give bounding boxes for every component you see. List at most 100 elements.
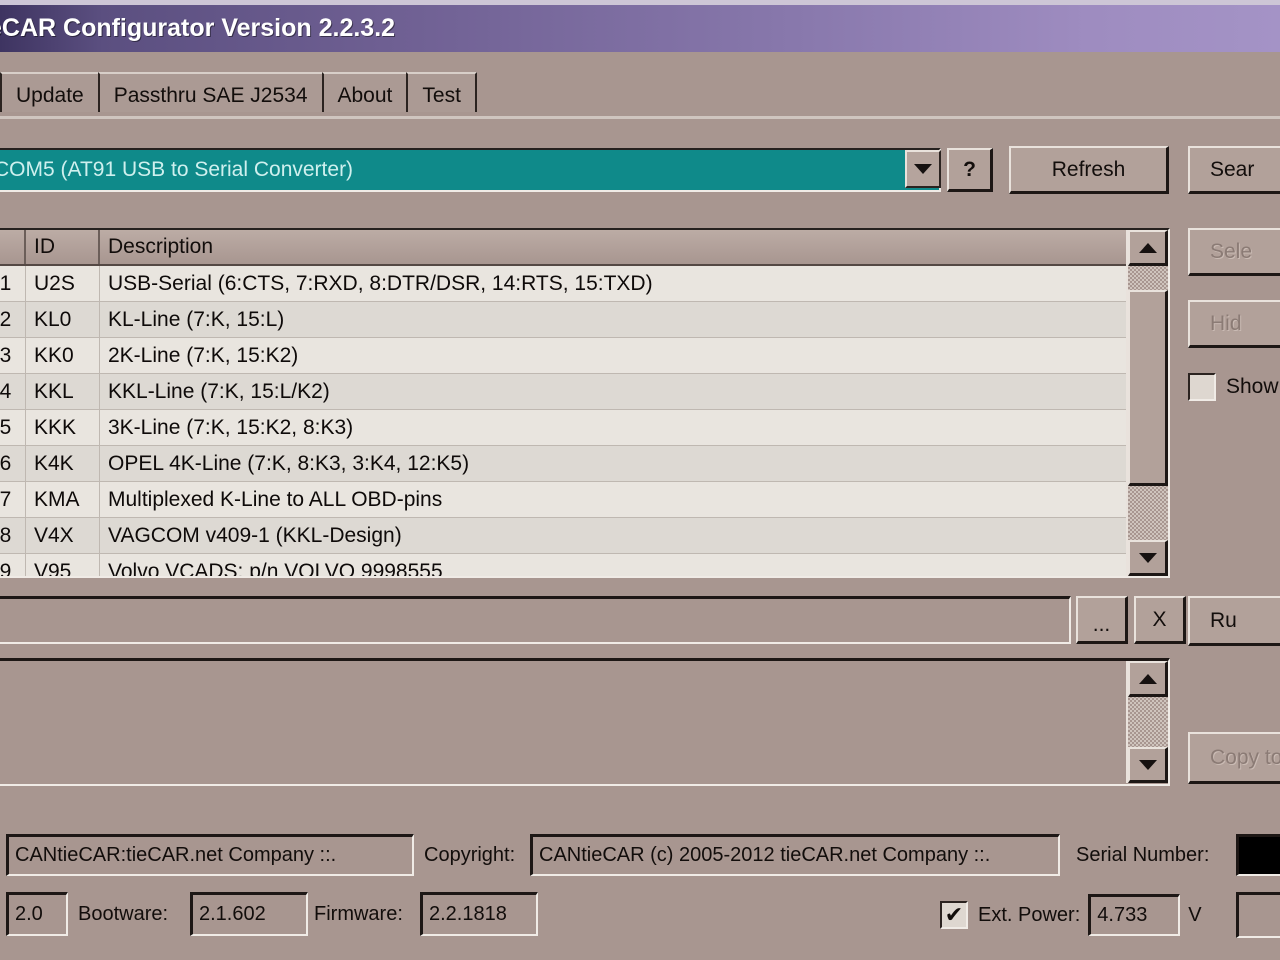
- cell-id: KK0: [26, 338, 100, 373]
- table-row[interactable]: 02 KL0 KL-Line (7:K, 15:L): [0, 302, 1168, 338]
- window-title: eCAR Configurator Version 2.2.3.2: [0, 14, 396, 42]
- show-checkbox-label: Show: [1226, 375, 1279, 398]
- triangle-down-glyph: [1138, 759, 1157, 770]
- cell-index: 01: [0, 266, 26, 301]
- cell-id: KMA: [26, 482, 100, 517]
- log-output[interactable]: [0, 658, 1170, 786]
- table-row[interactable]: 04 KKL KKL-Line (7:K, 15:L/K2): [0, 374, 1168, 410]
- clear-button[interactable]: X: [1134, 596, 1186, 644]
- bootware-label: Bootware:: [78, 902, 169, 925]
- tab-about[interactable]: About: [321, 72, 409, 112]
- cell-index: 08: [0, 518, 26, 553]
- cell-id: V4X: [26, 518, 100, 553]
- com-port-row: COM5 (AT91 USB to Serial Converter) ? Re…: [0, 146, 1280, 202]
- cell-index: 07: [0, 482, 26, 517]
- browse-button[interactable]: ...: [1076, 596, 1128, 644]
- triangle-down-glyph: [1138, 552, 1157, 563]
- ext-power-group: ✔ Ext. Power: 4.733 V: [940, 894, 1202, 936]
- cell-id: KL0: [26, 302, 100, 337]
- cell-description: KL-Line (7:K, 15:L): [108, 307, 285, 331]
- scroll-up-icon[interactable]: [1128, 230, 1168, 266]
- cell-description: OPEL 4K-Line (7:K, 8:K3, 3:K4, 12:K5): [108, 451, 470, 475]
- table-row[interactable]: 07 KMA Multiplexed K-Line to ALL OBD-pin…: [0, 482, 1168, 518]
- column-header-description: Description: [100, 230, 1168, 264]
- column-header-index: [0, 230, 26, 264]
- log-scroll-up-icon[interactable]: [1128, 661, 1168, 697]
- tab-test[interactable]: Test: [406, 72, 477, 112]
- chevron-down-icon[interactable]: [905, 150, 941, 188]
- table-scrollbar[interactable]: [1126, 230, 1168, 576]
- help-button[interactable]: ?: [947, 148, 993, 192]
- copy-to-button[interactable]: Copy to: [1188, 732, 1280, 784]
- log-scrollbar[interactable]: [1126, 661, 1168, 783]
- serial-number-field[interactable]: [1236, 834, 1280, 876]
- cell-index: 05: [0, 410, 26, 445]
- cell-index: 02: [0, 302, 26, 337]
- extra-field[interactable]: [1236, 892, 1280, 938]
- app-window: eCAR Configurator Version 2.2.3.2 Update…: [0, 0, 1280, 960]
- ext-power-checkbox[interactable]: ✔: [940, 901, 968, 929]
- cell-id: KKL: [26, 374, 100, 409]
- table-row[interactable]: 01 U2S USB-Serial (6:CTS, 7:RXD, 8:DTR/D…: [0, 266, 1168, 302]
- copyright-label: Copyright:: [424, 843, 516, 866]
- device-table[interactable]: ID Description 01 U2S USB-Serial (6:CTS,…: [0, 228, 1170, 578]
- scrollbar-thumb[interactable]: [1128, 290, 1168, 486]
- hardware-version-field[interactable]: 2.0: [6, 892, 68, 936]
- cell-description: Multiplexed K-Line to ALL OBD-pins: [108, 487, 443, 511]
- tab-list: Update Passthru SAE J2534 About Test: [0, 72, 477, 112]
- log-scrollbar-track[interactable]: [1128, 697, 1168, 747]
- triangle-up-glyph: [1138, 242, 1157, 253]
- cell-index: 09: [0, 554, 26, 576]
- table-row[interactable]: 03 KK0 2K-Line (7:K, 15:K2): [0, 338, 1168, 374]
- bootware-version-field[interactable]: 2.1.602: [190, 892, 308, 936]
- select-button[interactable]: Sele: [1188, 228, 1280, 276]
- com-port-value: COM5 (AT91 USB to Serial Converter): [0, 158, 354, 181]
- table-row[interactable]: 09 V95 Volvo VCADS: p/n VOLVO 9998555: [0, 554, 1168, 578]
- search-button[interactable]: Sear: [1188, 146, 1280, 194]
- footer-bottom-row: 2.0 Bootware: 2.1.602 Firmware: 2.2.1818…: [0, 892, 1280, 942]
- ext-power-value-field[interactable]: 4.733: [1088, 894, 1181, 936]
- hide-button[interactable]: Hid: [1188, 300, 1280, 348]
- table-row[interactable]: 05 KKK 3K-Line (7:K, 15:K2, 8:K3): [0, 410, 1168, 446]
- show-checkbox[interactable]: [1188, 373, 1216, 401]
- chevron-down-glyph: [914, 164, 932, 174]
- firmware-version-field[interactable]: 2.2.1818: [420, 892, 538, 936]
- tab-underline: [0, 116, 1280, 119]
- table-row[interactable]: 08 V4X VAGCOM v409-1 (KKL-Design): [0, 518, 1168, 554]
- refresh-button[interactable]: Refresh: [1009, 146, 1169, 194]
- com-port-select[interactable]: COM5 (AT91 USB to Serial Converter): [0, 148, 941, 192]
- show-checkbox-row[interactable]: Show: [1188, 370, 1279, 404]
- volt-unit-label: V: [1188, 903, 1202, 926]
- tab-passthru-sae-j2534[interactable]: Passthru SAE J2534: [97, 72, 324, 112]
- file-path-row: ... X: [0, 596, 1186, 648]
- cell-index: 03: [0, 338, 26, 373]
- triangle-up-glyph: [1138, 673, 1157, 684]
- cell-id: U2S: [26, 266, 100, 301]
- cell-index: 06: [0, 446, 26, 481]
- cell-description: KKL-Line (7:K, 15:L/K2): [108, 379, 330, 403]
- run-button[interactable]: Ru: [1188, 596, 1280, 646]
- firmware-label: Firmware:: [314, 902, 403, 925]
- table-body: 01 U2S USB-Serial (6:CTS, 7:RXD, 8:DTR/D…: [0, 266, 1168, 578]
- cell-id: K4K: [26, 446, 100, 481]
- column-header-id: ID: [26, 230, 100, 264]
- cell-id: KKK: [26, 410, 100, 445]
- cell-description: 2K-Line (7:K, 15:K2): [108, 343, 299, 367]
- cell-index: 04: [0, 374, 26, 409]
- scroll-down-icon[interactable]: [1128, 540, 1168, 576]
- title-bar: eCAR Configurator Version 2.2.3.2: [0, 0, 1280, 52]
- ext-power-label: Ext. Power:: [978, 903, 1081, 926]
- serial-number-label: Serial Number:: [1076, 843, 1210, 866]
- table-row[interactable]: 06 K4K OPEL 4K-Line (7:K, 8:K3, 3:K4, 12…: [0, 446, 1168, 482]
- footer-top-row: CANtieCAR:tieCAR.net Company ::. Copyrig…: [0, 834, 1280, 878]
- cell-description: USB-Serial (6:CTS, 7:RXD, 8:DTR/DSR, 14:…: [108, 271, 653, 295]
- company-field[interactable]: CANtieCAR:tieCAR.net Company ::.: [6, 834, 414, 876]
- tab-update[interactable]: Update: [0, 72, 100, 112]
- cell-description: 3K-Line (7:K, 15:K2, 8:K3): [108, 415, 354, 439]
- table-header-row: ID Description: [0, 230, 1168, 266]
- cell-description: Volvo VCADS: p/n VOLVO 9998555: [108, 559, 443, 578]
- log-scroll-down-icon[interactable]: [1128, 747, 1168, 783]
- cell-description: VAGCOM v409-1 (KKL-Design): [108, 523, 402, 547]
- copyright-field[interactable]: CANtieCAR (c) 2005-2012 tieCAR.net Compa…: [530, 834, 1060, 876]
- file-path-input[interactable]: [0, 596, 1071, 644]
